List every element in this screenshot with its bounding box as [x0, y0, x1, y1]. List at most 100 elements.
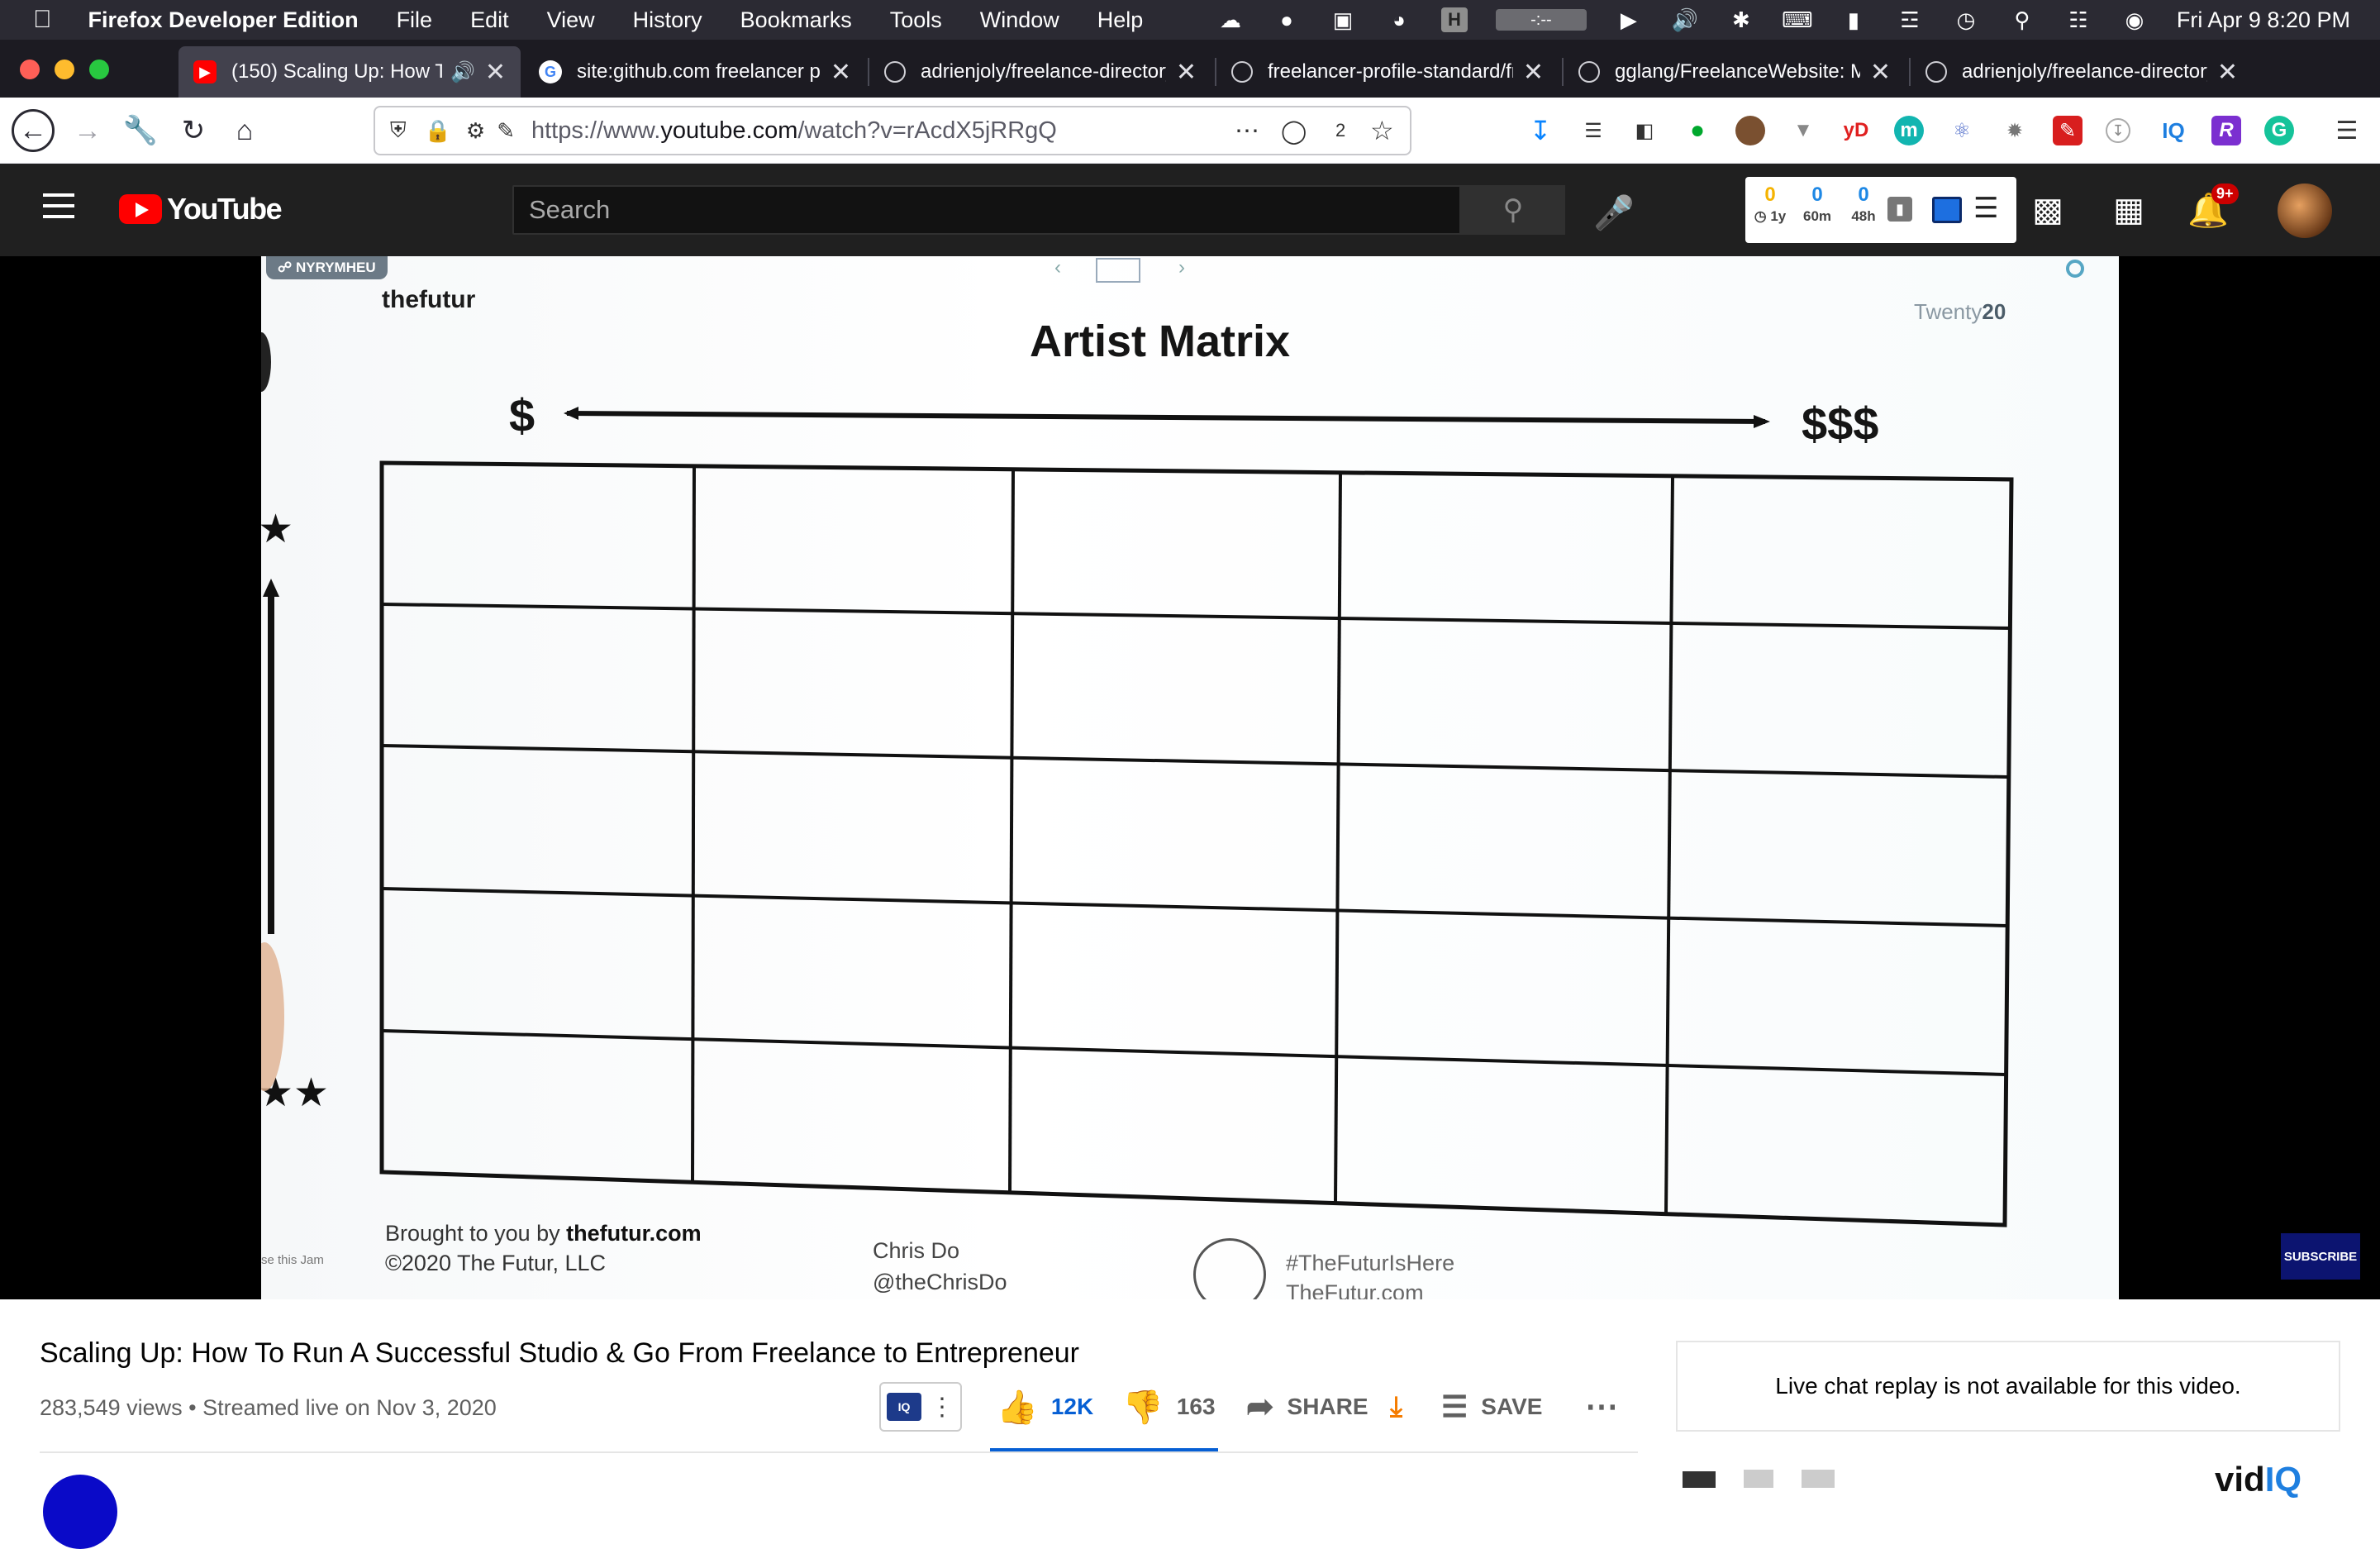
vidiq-panel-icon[interactable]: [1932, 197, 1962, 223]
tab-github-freelance-directory-2[interactable]: adrienjoly/freelance-directory ✕: [1911, 46, 2253, 98]
menu-edit[interactable]: Edit: [470, 7, 509, 33]
bug-icon[interactable]: ✹: [2000, 116, 2030, 145]
tab-github-profile-standard[interactable]: freelancer-profile-standard/freelancer ✕: [1216, 46, 1559, 98]
youtube-logo[interactable]: YouTube: [119, 192, 283, 226]
bookmark-star-icon[interactable]: ☆: [1370, 115, 1394, 146]
grammarly-icon[interactable]: G: [2264, 116, 2294, 145]
vidiq-video-button[interactable]: IQ ⋮: [879, 1382, 962, 1432]
reader-count[interactable]: 2: [1335, 120, 1345, 141]
grid-icon[interactable]: [1683, 1471, 1716, 1488]
tab-youtube[interactable]: ▶ (150) Scaling Up: How To Run A Success…: [178, 46, 521, 98]
vidiq-stats-widget[interactable]: 0 ◷ 1y 0 60m 0 48h ▮ ☰: [1745, 177, 2016, 243]
create-video-icon[interactable]: ▩: [2026, 190, 2069, 230]
keyboard-icon[interactable]: ⌨: [1782, 7, 1813, 32]
evernote-icon[interactable]: ●: [1683, 116, 1712, 145]
window-close-button[interactable]: [20, 60, 40, 79]
tab-close-icon[interactable]: ✕: [831, 58, 851, 87]
search-input[interactable]: Search: [512, 185, 1461, 235]
permissions-icon[interactable]: ⚙: [466, 118, 485, 144]
battery-icon[interactable]: ▮: [1840, 7, 1868, 32]
volume-icon[interactable]: 🔊: [1671, 7, 1699, 32]
profile-extension-icon[interactable]: [1735, 116, 1765, 145]
slide-credit: Brought to you by thefutur.com ©2020 The…: [385, 1218, 702, 1278]
tab-close-icon[interactable]: ✕: [1523, 58, 1544, 87]
download-icon[interactable]: ↧: [1526, 116, 1555, 145]
spotlight-search-icon[interactable]: ⚲: [2008, 7, 2036, 32]
save-button[interactable]: ☰ SAVE: [1441, 1382, 1542, 1432]
more-actions-button[interactable]: ⋯: [1585, 1382, 1618, 1432]
channel-avatar[interactable]: [43, 1475, 117, 1549]
r-extension-icon[interactable]: R: [2211, 116, 2241, 145]
search-icon[interactable]: ⚲: [1461, 185, 1565, 235]
tab-github-freelance-website[interactable]: gglang/FreelanceWebsite: My ✕: [1564, 46, 1906, 98]
sidebar-icon[interactable]: ◧: [1630, 116, 1659, 145]
wrench-icon[interactable]: 🔧: [119, 109, 162, 152]
microphone-icon[interactable]: 🎤: [1590, 188, 1638, 236]
colorpick-icon[interactable]: ✎: [2053, 116, 2082, 145]
hamburger-menu-icon[interactable]: ☰: [2332, 116, 2362, 145]
wifi-icon[interactable]: ☲: [1896, 7, 1924, 32]
status-time-pill[interactable]: -:--: [1495, 9, 1587, 31]
bluetooth-icon[interactable]: ✱: [1727, 7, 1755, 32]
more-vertical-icon[interactable]: ⋮: [930, 1393, 954, 1422]
helmet-icon[interactable]: ◕: [1385, 7, 1413, 32]
url-text[interactable]: https://www.youtube.com/watch?v=rAcdX5jR…: [531, 117, 1057, 145]
menu-help[interactable]: Help: [1097, 7, 1144, 33]
video-player[interactable]: ☍ NYRYMHEU ‹ › thefutur Twenty20 Artist …: [0, 256, 2380, 1299]
menu-window[interactable]: Window: [980, 7, 1059, 33]
tab-close-icon[interactable]: ✕: [1176, 58, 1197, 87]
youdao-icon[interactable]: yD: [1841, 116, 1871, 145]
guide-menu-icon[interactable]: [43, 193, 74, 222]
speaker-icon[interactable]: 🔊: [450, 60, 475, 84]
avatar[interactable]: [2278, 183, 2332, 238]
cloud-upload-icon[interactable]: ☁: [1216, 7, 1245, 32]
tab-google-search[interactable]: G site:github.com freelancer profile ✕: [524, 46, 866, 98]
m-extension-icon[interactable]: m: [1894, 116, 1924, 145]
status-h-badge[interactable]: H: [1441, 7, 1468, 32]
like-button[interactable]: 👍 12K: [997, 1382, 1093, 1432]
vidiq-extension-icon[interactable]: IQ: [2159, 116, 2188, 145]
download-helper-icon[interactable]: ↧: [2106, 118, 2130, 143]
elephant-icon[interactable]: ●: [1273, 7, 1301, 32]
edit-icon[interactable]: ✎: [497, 118, 515, 144]
menu-bookmarks[interactable]: Bookmarks: [740, 7, 852, 33]
menu-file[interactable]: File: [397, 7, 433, 33]
shield-icon[interactable]: ⛨: [390, 117, 407, 144]
vidiq-logo[interactable]: vidIQ: [2215, 1460, 2301, 1499]
library-icon[interactable]: ☰: [1578, 116, 1608, 145]
window-zoom-button[interactable]: [89, 60, 109, 79]
dislike-button[interactable]: 👎 163: [1122, 1382, 1216, 1432]
pocket-icon[interactable]: ◯: [1281, 117, 1307, 145]
bar-chart-icon[interactable]: ▮: [1887, 197, 1912, 222]
menu-app-name[interactable]: Firefox Developer Edition: [88, 7, 359, 33]
tab-close-icon[interactable]: ✕: [485, 58, 506, 87]
flask-icon[interactable]: ⚛: [1947, 116, 1977, 145]
home-button[interactable]: ⌂: [223, 109, 266, 152]
menubar-clock[interactable]: Fri Apr 9 8:20 PM: [2177, 7, 2350, 33]
subscribe-watermark-button[interactable]: SUBSCRIBE: [2281, 1233, 2360, 1280]
tab-close-icon[interactable]: ✕: [2217, 58, 2238, 87]
window-minimize-button[interactable]: [55, 60, 74, 79]
menu-tools[interactable]: Tools: [890, 7, 942, 33]
menu-history[interactable]: History: [633, 7, 702, 33]
forward-button[interactable]: →: [66, 109, 109, 152]
time-machine-icon[interactable]: ◷: [1952, 7, 1980, 32]
back-button[interactable]: ←: [12, 109, 55, 152]
vue-devtools-icon[interactable]: ▼: [1788, 116, 1818, 145]
page-actions-icon[interactable]: ⋯: [1235, 117, 1259, 145]
download-video-button[interactable]: ⤓: [1390, 1382, 1402, 1432]
tab-close-icon[interactable]: ✕: [1870, 58, 1891, 87]
menu-view[interactable]: View: [547, 7, 595, 33]
url-bar[interactable]: ⛨ 🔒 ⚙ ✎ https://www.youtube.com/watch?v=…: [374, 106, 1411, 155]
list-icon[interactable]: ☰: [1973, 192, 1998, 225]
notification-icon[interactable]: ▣: [1329, 7, 1357, 32]
reload-button[interactable]: ↻: [172, 109, 215, 152]
siri-icon[interactable]: ◉: [2121, 7, 2149, 32]
lock-icon[interactable]: 🔒: [425, 118, 451, 144]
share-button[interactable]: ➦ SHARE: [1246, 1382, 1368, 1432]
apple-menu-icon[interactable]: : [33, 6, 52, 34]
control-center-icon[interactable]: ☷: [2064, 7, 2092, 32]
tab-github-freelance-directory[interactable]: adrienjoly/freelance-directory ✕: [869, 46, 1211, 98]
apps-grid-icon[interactable]: ▦: [2107, 190, 2150, 230]
play-circle-icon[interactable]: ▶: [1615, 7, 1643, 32]
